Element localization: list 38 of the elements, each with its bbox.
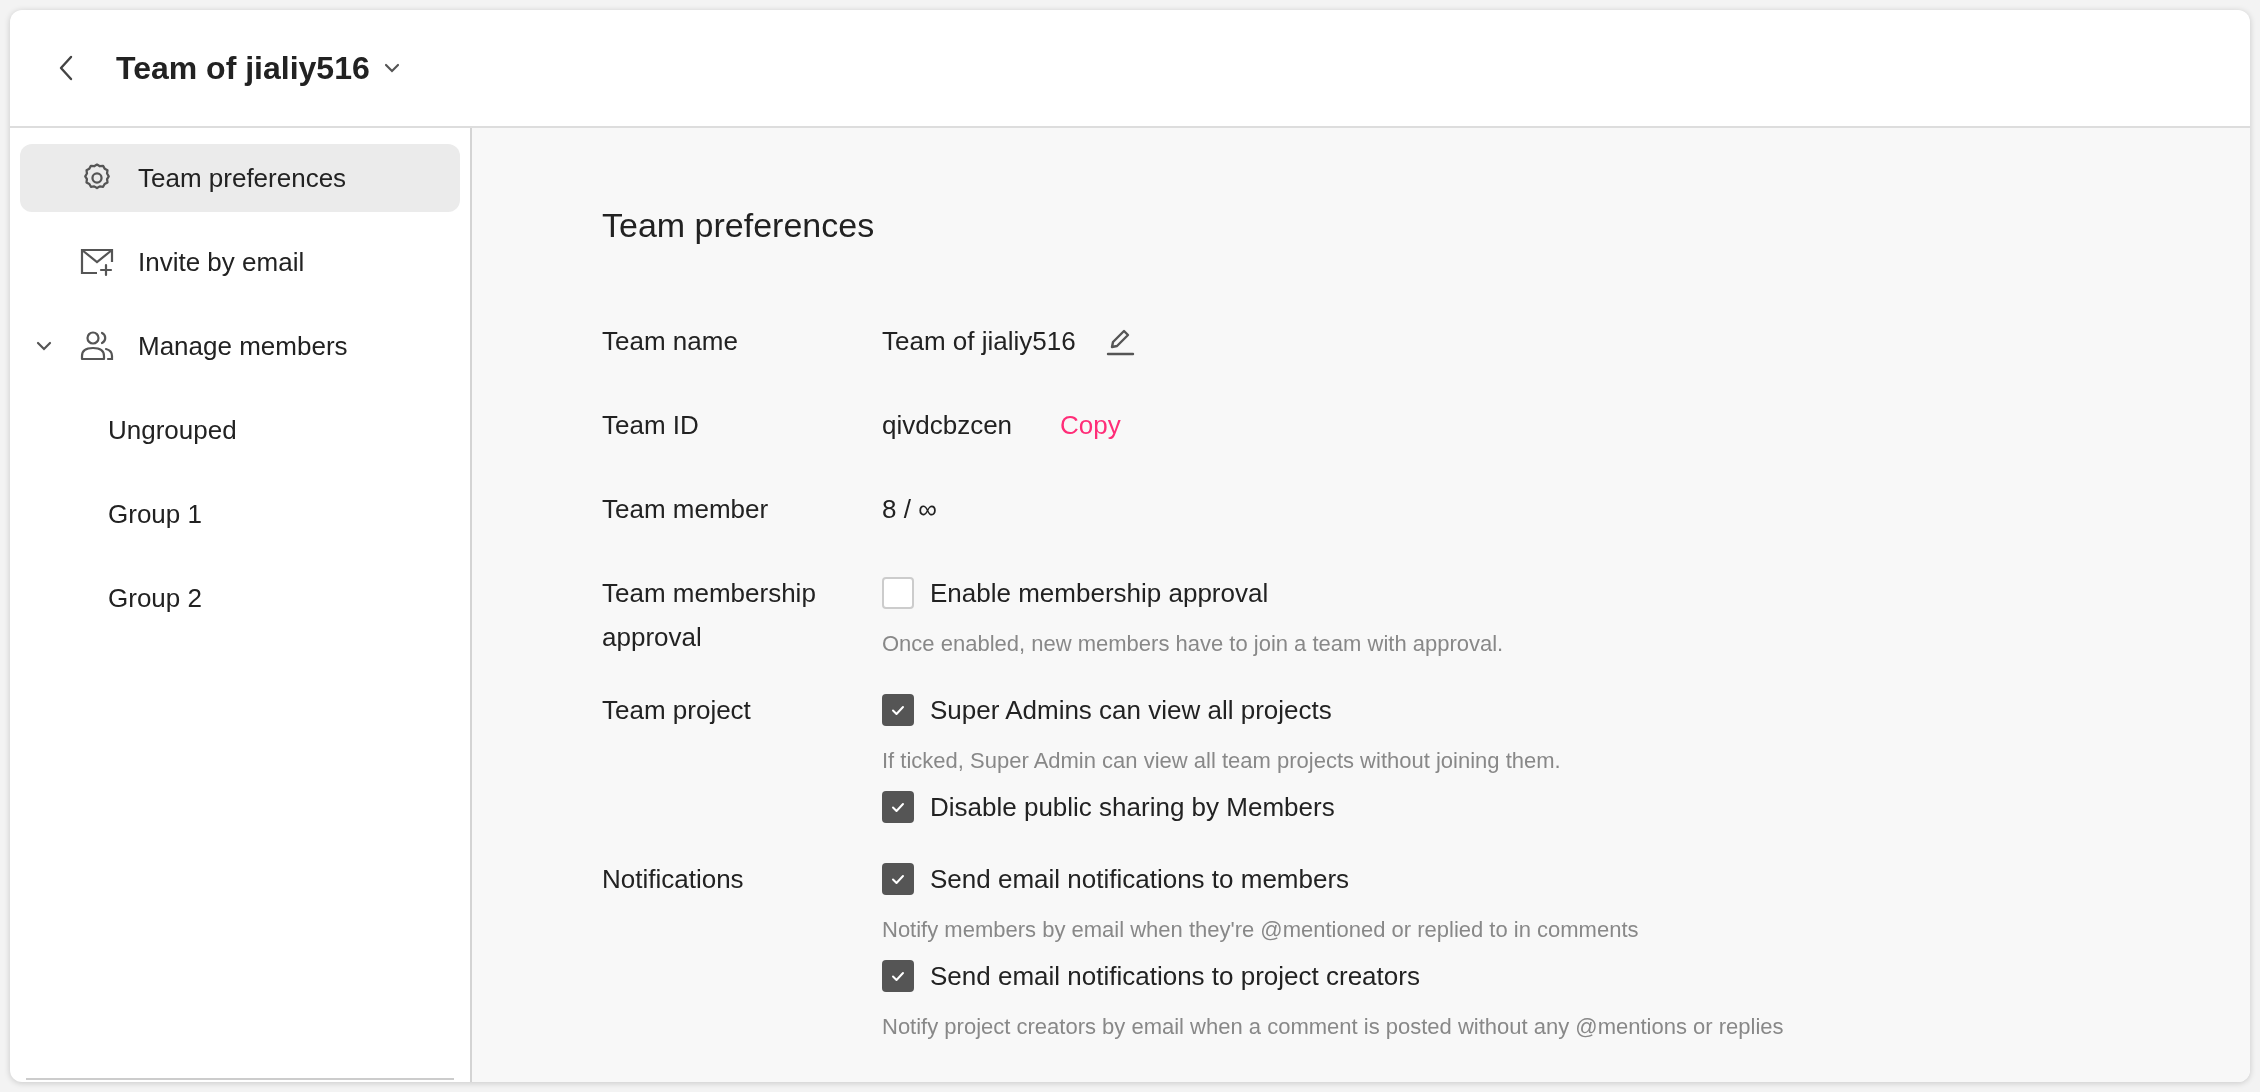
sidebar-item[interactable]: Ungrouped [20,396,460,464]
field-label: Team member [602,493,770,526]
sidebar-item[interactable]: Group 2 [20,564,460,632]
hint-text: If ticked, Super Admin can view all team projects without joining them. [882,747,1561,775]
field-value: Team of jialiy516 [882,324,1076,358]
checkbox[interactable] [882,863,914,895]
field-value: 8 / ∞ [882,492,937,526]
sidebar-item[interactable]: Team preferences [20,144,460,212]
checkbox[interactable] [882,577,914,609]
checkmark-icon [891,801,905,813]
field-label: Notifications [602,863,745,896]
sidebar-item[interactable]: Invite by email [20,228,460,296]
checkmark-icon [891,970,905,982]
checkbox-label: Send email notifications to members [930,862,1350,896]
checkmark-icon [891,873,905,885]
checkbox-label: Super Admins can view all projects [930,693,1332,727]
checkbox-label: Disable public sharing by Members [930,790,1335,824]
checkbox[interactable] [882,791,914,823]
team-switcher[interactable]: Team of jialiy516 [116,44,400,92]
checkbox[interactable] [882,694,914,726]
hint-text: Once enabled, new members have to join a team with approval. [882,630,1504,658]
field-value: qivdcbzcen [882,408,1013,442]
checkmark-icon [891,704,905,716]
field-label: Team project [602,694,752,727]
chevron-down-icon [383,63,400,73]
checkbox-label: Enable membership approval [930,576,1269,610]
field-label: Team ID [602,409,700,442]
hint-text: Notify project creators by email when a comment is posted without any @mentions or replies [882,1013,1784,1041]
field-label: Team membership approval [602,577,817,654]
checkbox[interactable] [882,960,914,992]
sidebar-item[interactable]: Manage members [20,312,460,380]
sidebar-item[interactable]: Group 1 [20,480,460,548]
field-label: Team name [602,325,739,358]
checkbox-label: Send email notifications to project creators [930,959,1420,993]
people-icon [80,329,114,363]
chevron-down-icon[interactable] [36,341,52,351]
hint-text: Notify members by email when they're @mentioned or replied to in comments [882,916,1640,944]
section-title: Team preferences [602,205,876,246]
